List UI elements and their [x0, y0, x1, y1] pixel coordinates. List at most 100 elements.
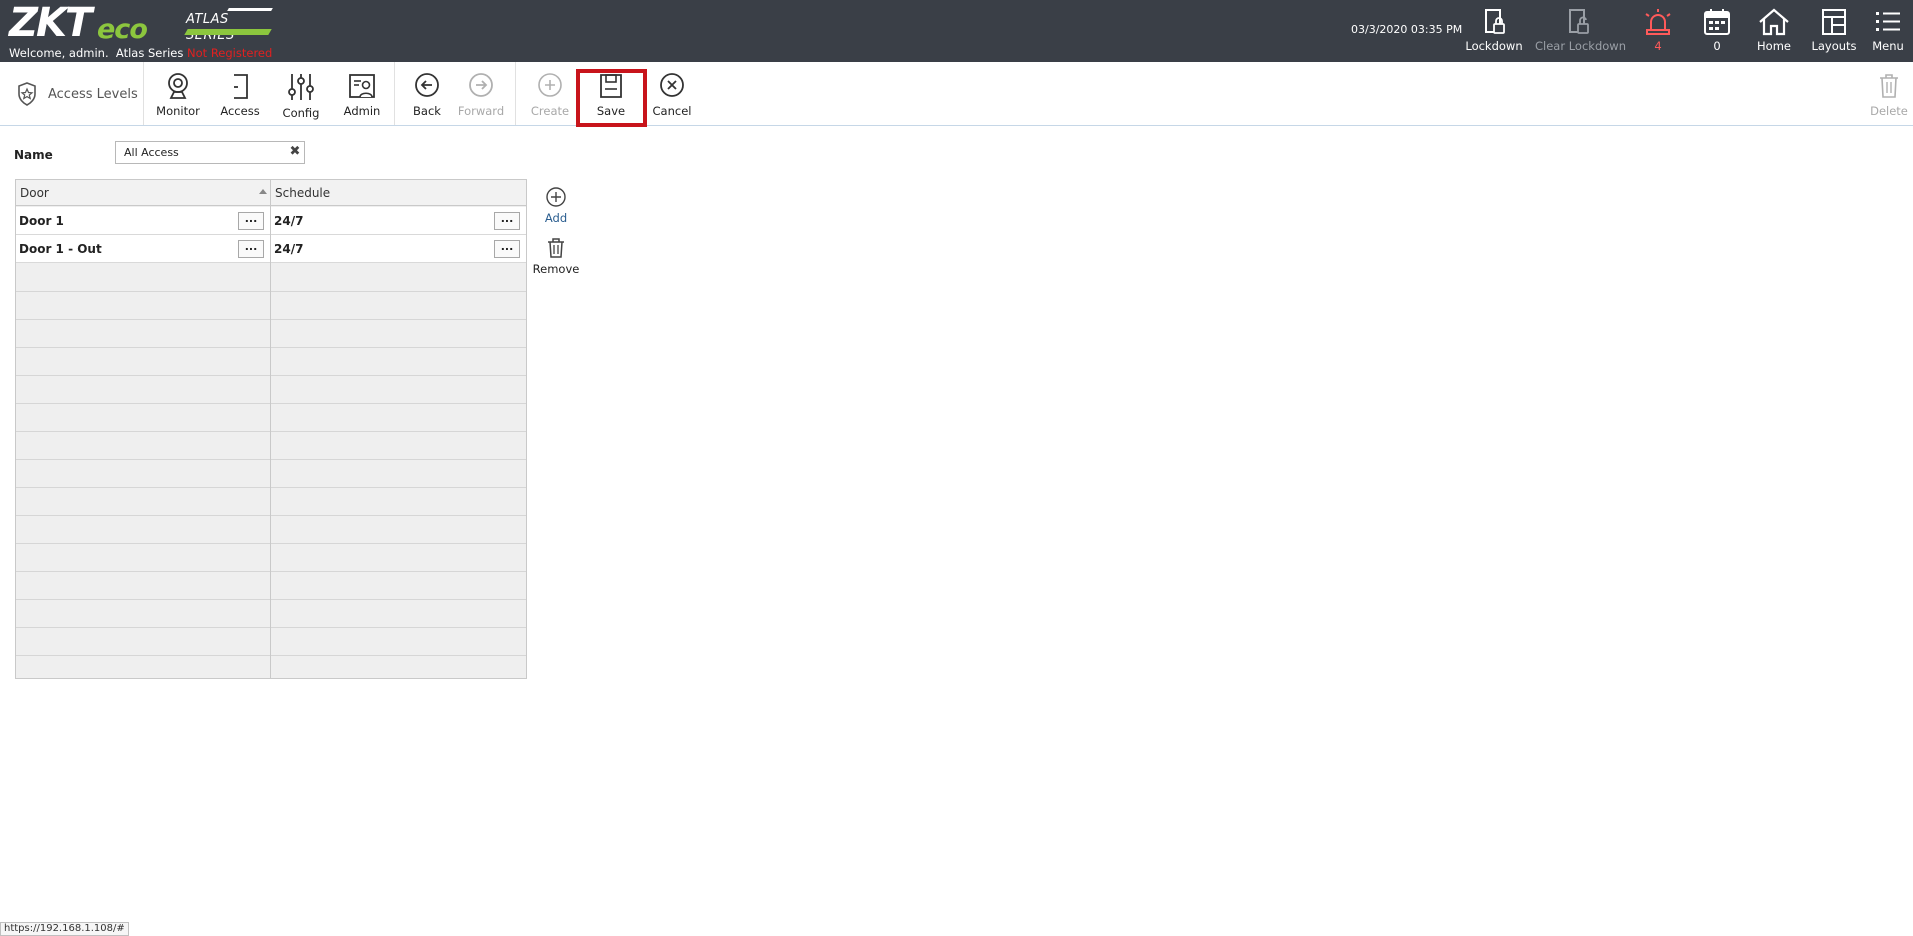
door-icon [234, 74, 248, 99]
events-count: 0 [1713, 39, 1721, 53]
back-label: Back [413, 104, 441, 118]
logo-eco-text: eco [97, 14, 148, 45]
remove-label: Remove [532, 262, 580, 276]
floppy-disk-icon [600, 74, 622, 98]
monitor-button[interactable]: Monitor [152, 62, 204, 125]
current-datetime: 03/3/2020 03:35 PM [1351, 23, 1463, 36]
select-door-button[interactable]: ... [238, 240, 264, 258]
clear-lockdown-label: Clear Lockdown [1535, 39, 1626, 53]
toolbar-divider [394, 62, 395, 125]
empty-row [16, 488, 526, 516]
config-label: Config [282, 106, 320, 120]
select-door-button[interactable]: ... [238, 212, 264, 230]
breadcrumb: Access Levels [0, 62, 144, 125]
schedule-cell: 24/7 [274, 214, 304, 228]
name-label: Name [14, 148, 53, 162]
admin-user-icon [349, 74, 375, 98]
create-button[interactable]: Create [525, 62, 575, 125]
table-row[interactable]: Door 1 - Out ... 24/7 ... [16, 235, 526, 263]
cancel-button[interactable]: Cancel [647, 62, 697, 125]
empty-row [16, 292, 526, 320]
door-column-header[interactable]: Door [16, 180, 270, 206]
plus-circle-icon [546, 187, 566, 207]
monitor-label: Monitor [156, 104, 200, 118]
access-label: Access [220, 104, 260, 118]
forward-button[interactable]: Forward [456, 62, 506, 125]
welcome-text: Welcome, admin. [9, 46, 109, 60]
close-circle-icon [660, 73, 684, 97]
alarms-count: 4 [1654, 39, 1662, 53]
clear-lockdown-button[interactable]: Clear Lockdown [1535, 0, 1626, 62]
empty-row [16, 432, 526, 460]
menu-button[interactable]: Menu [1868, 0, 1908, 62]
empty-row [16, 460, 526, 488]
arrow-left-circle-icon [415, 73, 439, 97]
delete-button[interactable]: Delete [1866, 62, 1912, 125]
config-button[interactable]: Config [276, 62, 326, 125]
layouts-button[interactable]: Layouts [1811, 0, 1857, 62]
trash-icon [1880, 74, 1898, 98]
select-schedule-button[interactable]: ... [494, 212, 520, 230]
menu-list-icon [1876, 12, 1900, 31]
clear-lockdown-door-icon [1569, 9, 1589, 34]
table-row[interactable]: Door 1 ... 24/7 ... [16, 207, 526, 235]
plus-circle-icon [538, 73, 562, 97]
column-divider [270, 180, 271, 678]
lockdown-label: Lockdown [1465, 39, 1523, 53]
calendar-icon [1704, 9, 1730, 35]
clear-name-icon[interactable]: ✖ [288, 144, 302, 160]
save-label: Save [596, 104, 626, 118]
door-cell: Door 1 [19, 214, 64, 228]
door-cell: Door 1 - Out [19, 242, 102, 256]
home-button[interactable]: Home [1755, 0, 1793, 62]
admin-label: Admin [343, 104, 381, 118]
add-label: Add [544, 211, 568, 225]
empty-row [16, 544, 526, 572]
back-button[interactable]: Back [402, 62, 452, 125]
empty-row [16, 572, 526, 600]
remove-door-button[interactable]: Remove [530, 237, 582, 276]
select-schedule-button[interactable]: ... [494, 240, 520, 258]
alarm-siren-icon [1645, 9, 1671, 35]
access-button[interactable]: Access [215, 62, 265, 125]
atlas-series-text: ATLAS SERIES [186, 12, 235, 43]
schedule-cell: 24/7 [274, 242, 304, 256]
create-label: Create [530, 104, 570, 118]
schedule-column-header[interactable]: Schedule [271, 180, 526, 206]
name-input[interactable] [115, 141, 305, 164]
sort-ascending-icon [259, 189, 267, 194]
breadcrumb-title: Access Levels [48, 87, 138, 102]
empty-row [16, 264, 526, 292]
delete-label: Delete [1870, 104, 1908, 118]
trash-icon [548, 238, 564, 258]
registration-status: Not Registered [187, 46, 273, 60]
empty-row [16, 516, 526, 544]
empty-row [16, 376, 526, 404]
add-door-button[interactable]: Add [533, 186, 579, 225]
toolbar: Access Levels Monitor Access Config Admi… [0, 62, 1913, 126]
lockdown-door-icon [1485, 9, 1505, 34]
grid-header: Door Schedule [16, 180, 526, 206]
top-header: ZKT eco ATLAS SERIES Welcome, admin. Atl… [0, 0, 1913, 62]
home-label: Home [1757, 39, 1791, 53]
admin-button[interactable]: Admin [338, 62, 386, 125]
product-name: Atlas Series [115, 46, 184, 60]
access-level-grid: Door Schedule Door 1 ... 24/7 ... Door 1… [15, 179, 527, 679]
webcam-icon [168, 73, 188, 99]
menu-label: Menu [1872, 39, 1904, 53]
logo-zk-text: ZKT [9, 0, 92, 46]
lockdown-button[interactable]: Lockdown [1465, 0, 1523, 62]
empty-row [16, 320, 526, 348]
cancel-label: Cancel [652, 104, 692, 118]
events-button[interactable]: 0 [1700, 0, 1734, 62]
layouts-label: Layouts [1811, 39, 1857, 53]
atlas-series-logo: ATLAS SERIES [184, 8, 273, 44]
toolbar-divider [515, 62, 516, 125]
forward-label: Forward [457, 104, 505, 118]
alarms-button[interactable]: 4 [1640, 0, 1676, 62]
welcome-line: Welcome, admin. Atlas Series Not Registe… [9, 46, 272, 60]
empty-row [16, 600, 526, 628]
empty-row [16, 404, 526, 432]
save-button[interactable]: Save [586, 62, 636, 125]
empty-row [16, 348, 526, 376]
